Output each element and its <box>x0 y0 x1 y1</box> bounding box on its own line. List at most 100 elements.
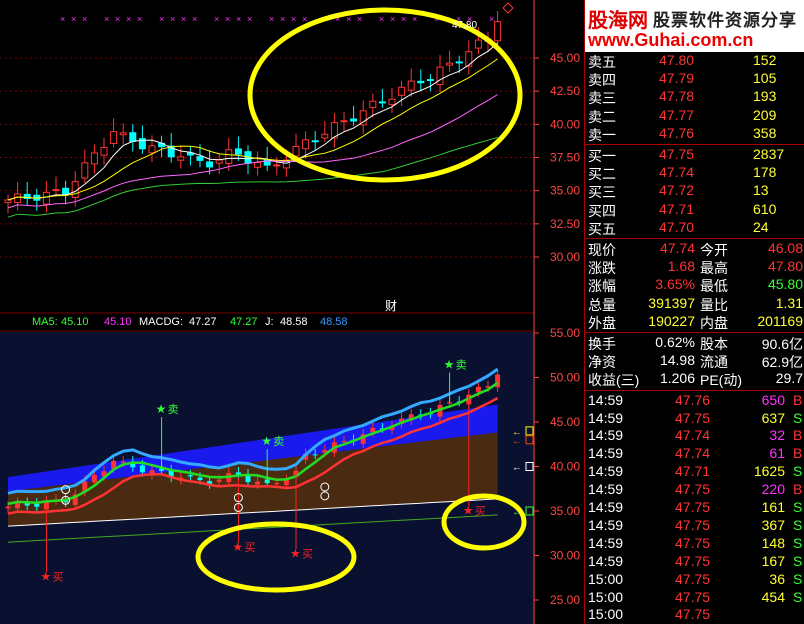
candle-body <box>196 156 204 161</box>
tick-time: 15:00 <box>588 606 624 623</box>
j-value: 48.58 <box>280 316 308 328</box>
tick-time: 14:59 <box>588 534 624 551</box>
tick-volume: 637 <box>761 409 785 426</box>
tick-price: 47.76 <box>675 391 711 408</box>
tick-volume: 454 <box>761 588 785 605</box>
tick-row: 15:00 47.75 <box>585 606 804 623</box>
candle-body <box>139 465 145 473</box>
tick-row: 15:00 47.75 36 S <box>585 571 804 588</box>
price-tick-label: 30.00 <box>550 549 580 563</box>
bid-volume: 610 <box>753 200 777 217</box>
tick-price: 47.74 <box>675 427 711 444</box>
tick-time: 14:59 <box>588 391 624 408</box>
tick-volume: 650 <box>761 391 785 408</box>
bid-row: 买二 47.74 178 <box>585 164 804 182</box>
tick-side: S <box>793 409 803 426</box>
ask-row: 卖五 47.80 152 <box>585 52 804 70</box>
event-marker: × <box>280 14 285 24</box>
tick-price: 47.75 <box>675 481 711 498</box>
tick-side: S <box>793 534 803 551</box>
quote-value: 190227 <box>648 312 695 329</box>
tick-time: 14:59 <box>588 427 624 444</box>
kline-chart-area[interactable]: 45.00 42.50 40.00 37.50 35.00 32.50 30.00 55.00… <box>0 0 584 624</box>
candle-body <box>321 133 329 139</box>
candle-body <box>340 120 348 123</box>
bid-price: 47.75 <box>659 146 695 162</box>
tick-side: B <box>793 427 803 444</box>
quote-key: PE(动) <box>700 372 742 389</box>
candle-body <box>311 140 319 143</box>
candle-body <box>455 61 463 64</box>
event-marker: × <box>104 14 109 24</box>
quote-key: 涨跌 <box>588 260 616 277</box>
site-logo: 股海网 股票软件资源分享 www.Guhai.com.cn <box>585 0 804 52</box>
tick-price: 47.75 <box>675 534 711 551</box>
event-marker: × <box>82 14 87 24</box>
candle-body <box>475 386 481 393</box>
ask-volume: 358 <box>753 124 777 141</box>
bid-volume: 178 <box>753 164 777 181</box>
candle-body <box>378 101 386 104</box>
quote-value: 3.65% <box>655 276 695 293</box>
tick-row: 14:59 47.71 1625 S <box>585 463 804 480</box>
quote-key: 股本 <box>700 336 728 352</box>
quote-key: 最低 <box>700 278 728 295</box>
event-marker: × <box>181 14 186 24</box>
event-marker: × <box>214 14 219 24</box>
bid-volume: 2837 <box>753 146 785 162</box>
candle-body <box>90 152 98 165</box>
tick-row: 14:59 47.75 637 S <box>585 410 804 427</box>
ask-label: 卖五 <box>588 54 616 70</box>
event-marker: × <box>390 14 395 24</box>
quote-value: 46.08 <box>767 240 803 256</box>
ask-label: 卖四 <box>588 72 616 89</box>
quote-value: 1.31 <box>775 294 803 311</box>
quote-row: 涨跌 1.68 最高 47.80 <box>585 258 804 276</box>
quote-row: 现价 47.74 今开 46.08 <box>585 240 804 258</box>
event-marker: × <box>236 14 241 24</box>
price-tick-label: 40.00 <box>550 117 580 131</box>
finance-marker[interactable]: 财 <box>385 297 397 314</box>
candle-body <box>350 118 358 122</box>
bid-row: 买五 47.70 24 <box>585 219 804 237</box>
quote-value: 14.98 <box>659 352 695 369</box>
tick-time: 14:59 <box>588 445 624 462</box>
divider <box>585 389 804 391</box>
quote-key: 换手 <box>588 336 616 352</box>
bid-label: 买三 <box>588 184 616 201</box>
tick-price: 47.75 <box>675 570 711 587</box>
tick-time: 14:59 <box>588 516 624 533</box>
tick-price: 47.75 <box>675 552 711 569</box>
event-marker: × <box>170 14 175 24</box>
tick-price: 47.75 <box>675 499 711 515</box>
quote-key: 流通 <box>700 354 728 371</box>
quote-value: 0.62% <box>655 334 695 350</box>
logo-text: 股海网 <box>588 8 648 32</box>
candle-body <box>436 66 444 85</box>
candle-body <box>302 139 310 150</box>
bid-price: 47.71 <box>659 200 695 217</box>
candle-body <box>225 149 233 164</box>
event-marker: × <box>60 14 65 24</box>
macdg-value-2: 47.27 <box>230 316 258 328</box>
candle-body <box>129 132 137 142</box>
buy-star-icon: ★ <box>40 569 51 583</box>
ma5-value: 45.10 <box>61 316 89 328</box>
tick-price: 47.75 <box>675 606 711 623</box>
price-tick-label: 25.00 <box>550 593 580 607</box>
candle-body <box>255 481 261 485</box>
tick-volume: 161 <box>761 499 785 515</box>
candle-body <box>494 21 502 42</box>
candle-body <box>274 483 280 485</box>
event-marker: × <box>291 14 296 24</box>
ask-row: 卖四 47.79 105 <box>585 70 804 88</box>
candle-body <box>81 162 89 179</box>
quote-key: 最高 <box>700 260 728 277</box>
quote-value: 1.206 <box>659 370 695 387</box>
quote-value: 90.6亿 <box>761 336 803 352</box>
quote-row: 总量 391397 量比 1.31 <box>585 295 804 313</box>
quote-value: 391397 <box>648 294 695 311</box>
quote-value: 47.74 <box>659 240 695 256</box>
quote-key: 净资 <box>588 354 616 371</box>
event-marker: × <box>412 14 417 24</box>
